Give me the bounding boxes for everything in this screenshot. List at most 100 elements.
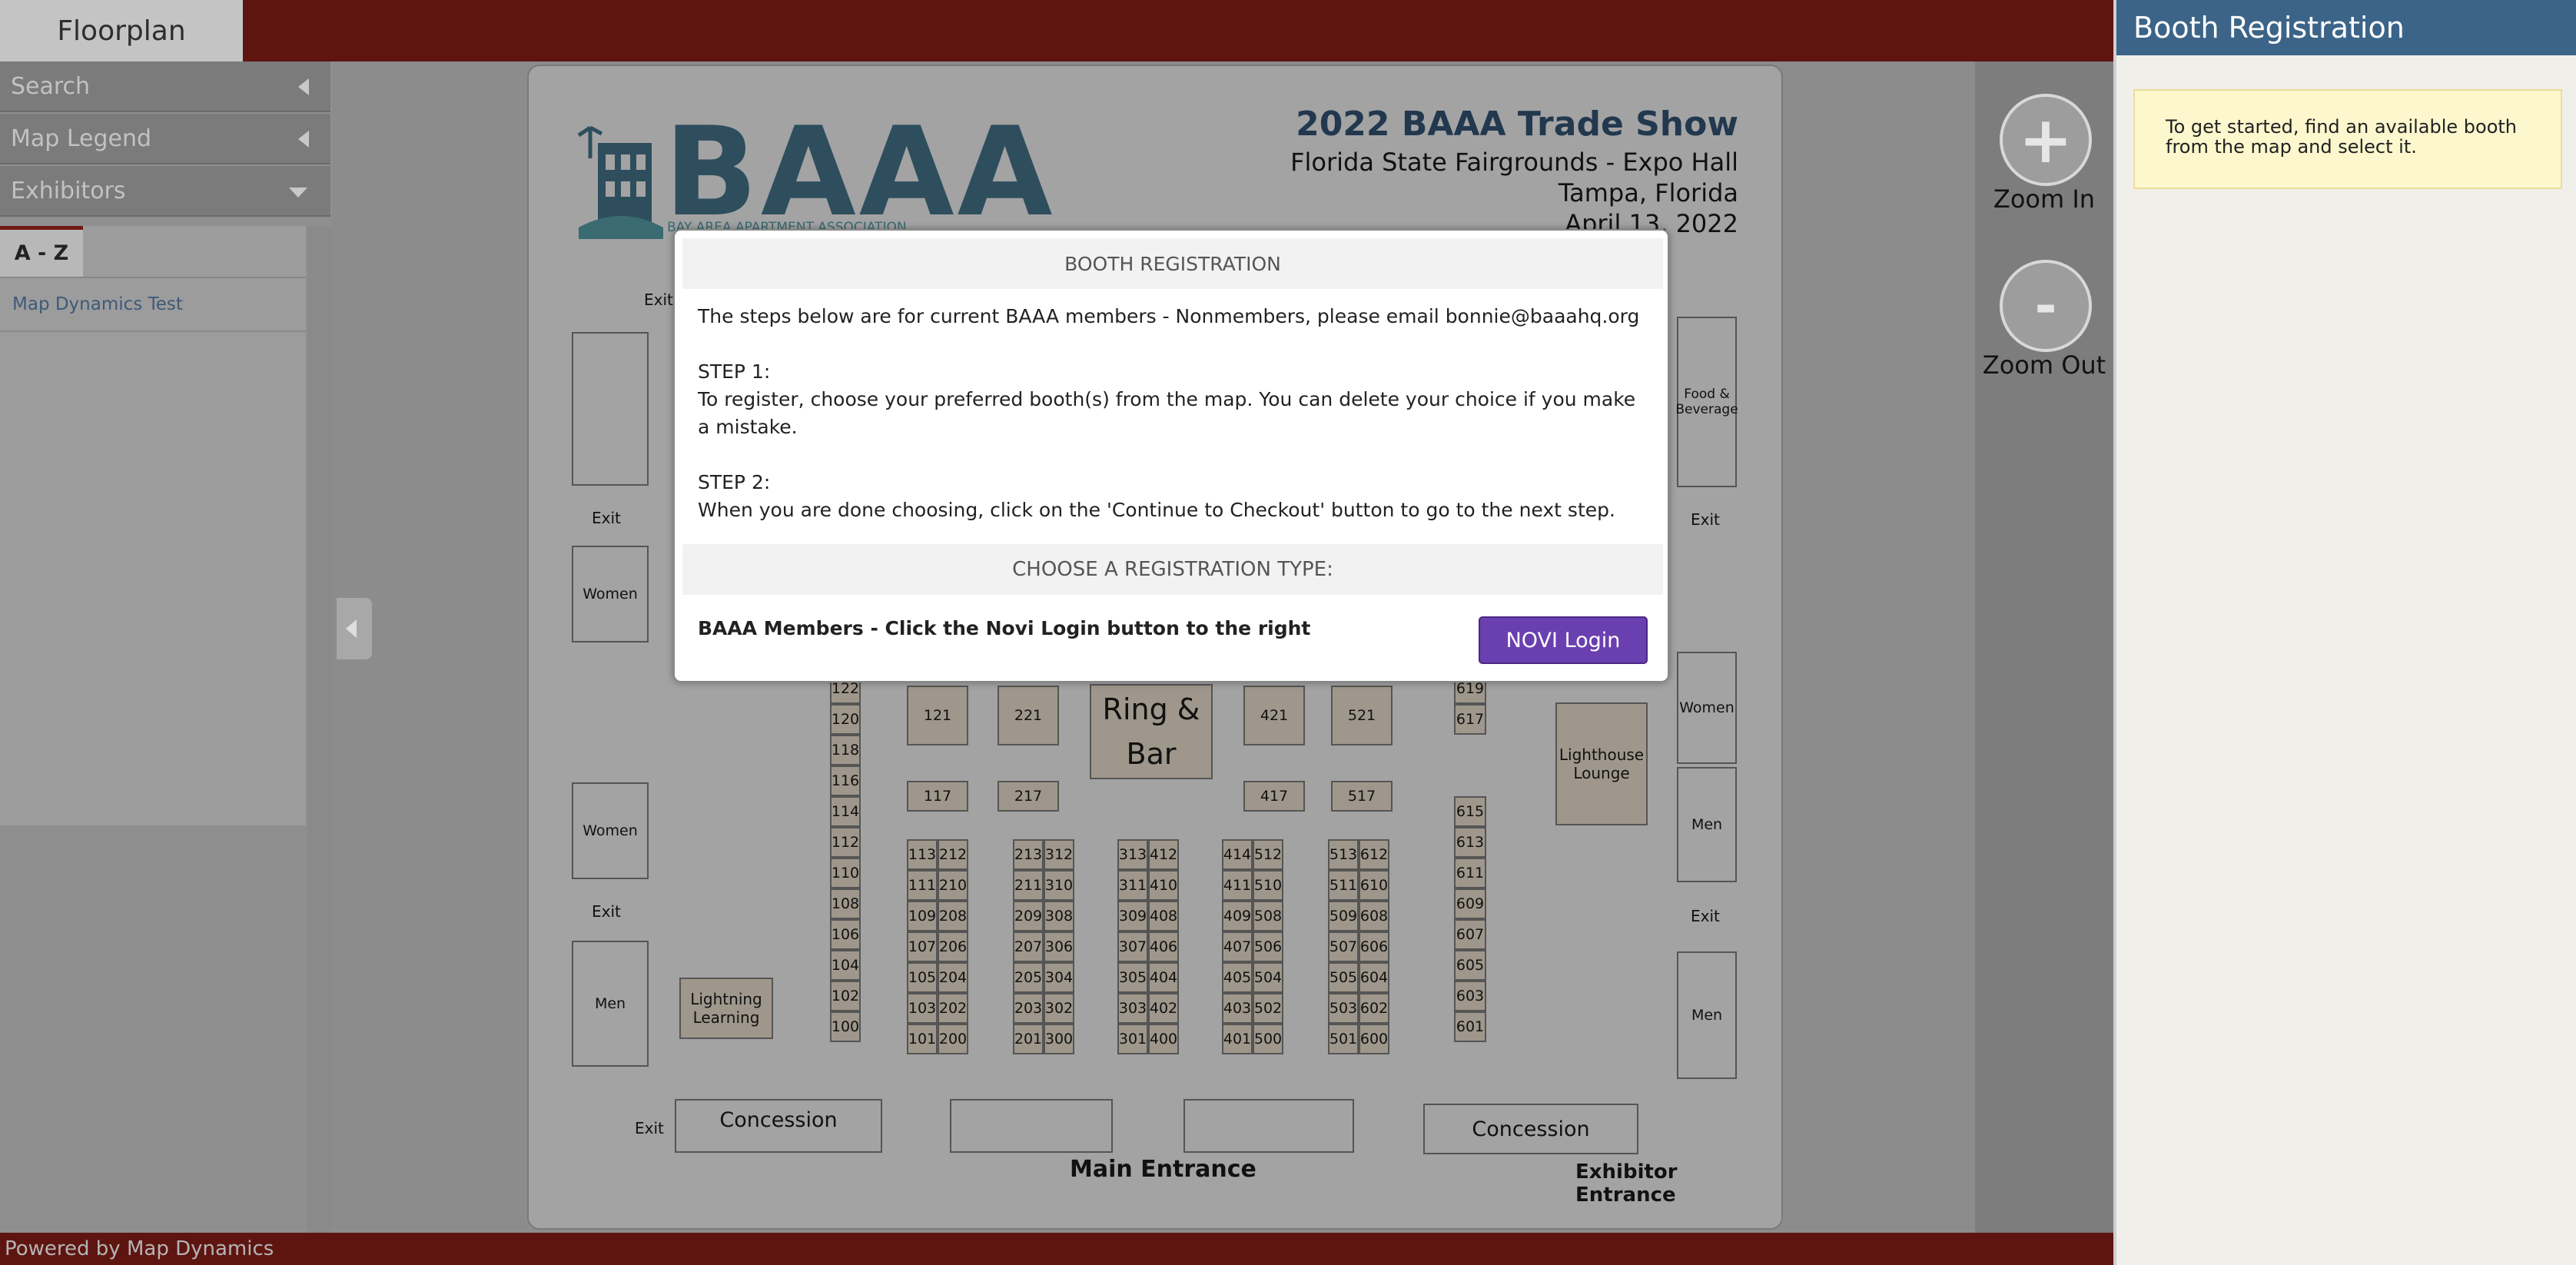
booth-609[interactable]: 609 (1454, 888, 1486, 919)
booth-610[interactable]: 610 (1359, 870, 1389, 901)
booth-207[interactable]: 207 (1013, 931, 1044, 962)
booth-201[interactable]: 201 (1013, 1024, 1044, 1054)
booth-601[interactable]: 601 (1454, 1011, 1486, 1042)
booth-307[interactable]: 307 (1117, 931, 1148, 962)
booth-405[interactable]: 405 (1222, 962, 1253, 993)
booth-305[interactable]: 305 (1117, 962, 1148, 993)
booth-203[interactable]: 203 (1013, 993, 1044, 1024)
booth-512[interactable]: 512 (1253, 839, 1283, 870)
booth-221[interactable]: 221 (998, 686, 1059, 745)
tab-floorplan[interactable]: Floorplan (0, 0, 243, 61)
booth-503[interactable]: 503 (1328, 993, 1359, 1024)
booth-109[interactable]: 109 (907, 901, 938, 931)
booth-111[interactable]: 111 (907, 870, 938, 901)
booth-400[interactable]: 400 (1148, 1024, 1179, 1054)
booth-120[interactable]: 120 (830, 704, 861, 735)
booth-403[interactable]: 403 (1222, 993, 1253, 1024)
booth-121[interactable]: 121 (907, 686, 968, 745)
booth-303[interactable]: 303 (1117, 993, 1148, 1024)
booth-401[interactable]: 401 (1222, 1024, 1253, 1054)
booth-116[interactable]: 116 (830, 765, 861, 796)
booth-114[interactable]: 114 (830, 796, 861, 827)
zoom-out-button[interactable]: - (2000, 260, 2092, 352)
booth-311[interactable]: 311 (1117, 870, 1148, 901)
booth-417[interactable]: 417 (1243, 781, 1305, 812)
booth-406[interactable]: 406 (1148, 931, 1179, 962)
booth-421[interactable]: 421 (1243, 686, 1305, 745)
booth-507[interactable]: 507 (1328, 931, 1359, 962)
booth-412[interactable]: 412 (1148, 839, 1179, 870)
booth-617[interactable]: 617 (1454, 704, 1486, 735)
booth-309[interactable]: 309 (1117, 901, 1148, 931)
booth-511[interactable]: 511 (1328, 870, 1359, 901)
booth-200[interactable]: 200 (938, 1024, 968, 1054)
booth-410[interactable]: 410 (1148, 870, 1179, 901)
booth-608[interactable]: 608 (1359, 901, 1389, 931)
lighthouse-lounge[interactable]: Lighthouse Lounge (1555, 702, 1648, 825)
booth-103[interactable]: 103 (907, 993, 938, 1024)
booth-104[interactable]: 104 (830, 950, 861, 981)
lightning-learning[interactable]: Lightning Learning (679, 978, 773, 1039)
tab-a-z[interactable]: A - Z (0, 226, 83, 277)
booth-209[interactable]: 209 (1013, 901, 1044, 931)
booth-108[interactable]: 108 (830, 888, 861, 919)
booth-504[interactable]: 504 (1253, 962, 1283, 993)
booth-605[interactable]: 605 (1454, 950, 1486, 981)
booth-602[interactable]: 602 (1359, 993, 1389, 1024)
booth-106[interactable]: 106 (830, 919, 861, 950)
booth-113[interactable]: 113 (907, 839, 938, 870)
booth-600[interactable]: 600 (1359, 1024, 1389, 1054)
booth-117[interactable]: 117 (907, 781, 968, 812)
booth-517[interactable]: 517 (1331, 781, 1393, 812)
booth-300[interactable]: 300 (1044, 1024, 1074, 1054)
booth-112[interactable]: 112 (830, 827, 861, 858)
booth-508[interactable]: 508 (1253, 901, 1283, 931)
booth-206[interactable]: 206 (938, 931, 968, 962)
booth-404[interactable]: 404 (1148, 962, 1179, 993)
booth-101[interactable]: 101 (907, 1024, 938, 1054)
booth-306[interactable]: 306 (1044, 931, 1074, 962)
booth-612[interactable]: 612 (1359, 839, 1389, 870)
booth-210[interactable]: 210 (938, 870, 968, 901)
booth-118[interactable]: 118 (830, 735, 861, 765)
sidebar-scrollbar[interactable] (307, 226, 332, 1265)
sidebar-item-search[interactable]: Search (0, 61, 330, 112)
collapse-sidebar-button[interactable] (337, 598, 372, 659)
booth-604[interactable]: 604 (1359, 962, 1389, 993)
booth-301[interactable]: 301 (1117, 1024, 1148, 1054)
booth-107[interactable]: 107 (907, 931, 938, 962)
booth-408[interactable]: 408 (1148, 901, 1179, 931)
booth-414[interactable]: 414 (1222, 839, 1253, 870)
booth-611[interactable]: 611 (1454, 858, 1486, 888)
sidebar-item-exhibitors[interactable]: Exhibitors (0, 166, 330, 217)
zoom-in-button[interactable]: + (2000, 94, 2092, 186)
ring-bar[interactable]: Ring & Bar (1090, 684, 1213, 779)
booth-102[interactable]: 102 (830, 981, 861, 1011)
booth-312[interactable]: 312 (1044, 839, 1074, 870)
booth-308[interactable]: 308 (1044, 901, 1074, 931)
booth-502[interactable]: 502 (1253, 993, 1283, 1024)
booth-506[interactable]: 506 (1253, 931, 1283, 962)
booth-208[interactable]: 208 (938, 901, 968, 931)
booth-615[interactable]: 615 (1454, 796, 1486, 827)
booth-607[interactable]: 607 (1454, 919, 1486, 950)
booth-211[interactable]: 211 (1013, 870, 1044, 901)
booth-204[interactable]: 204 (938, 962, 968, 993)
booth-202[interactable]: 202 (938, 993, 968, 1024)
exhibitor-list-item[interactable]: Map Dynamics Test (0, 277, 306, 332)
booth-302[interactable]: 302 (1044, 993, 1074, 1024)
booth-217[interactable]: 217 (998, 781, 1059, 812)
booth-500[interactable]: 500 (1253, 1024, 1283, 1054)
booth-409[interactable]: 409 (1222, 901, 1253, 931)
sidebar-item-map-legend[interactable]: Map Legend (0, 114, 330, 164)
booth-606[interactable]: 606 (1359, 931, 1389, 962)
booth-501[interactable]: 501 (1328, 1024, 1359, 1054)
booth-100[interactable]: 100 (830, 1011, 861, 1042)
booth-205[interactable]: 205 (1013, 962, 1044, 993)
booth-110[interactable]: 110 (830, 858, 861, 888)
booth-505[interactable]: 505 (1328, 962, 1359, 993)
booth-407[interactable]: 407 (1222, 931, 1253, 962)
booth-510[interactable]: 510 (1253, 870, 1283, 901)
booth-313[interactable]: 313 (1117, 839, 1148, 870)
booth-212[interactable]: 212 (938, 839, 968, 870)
